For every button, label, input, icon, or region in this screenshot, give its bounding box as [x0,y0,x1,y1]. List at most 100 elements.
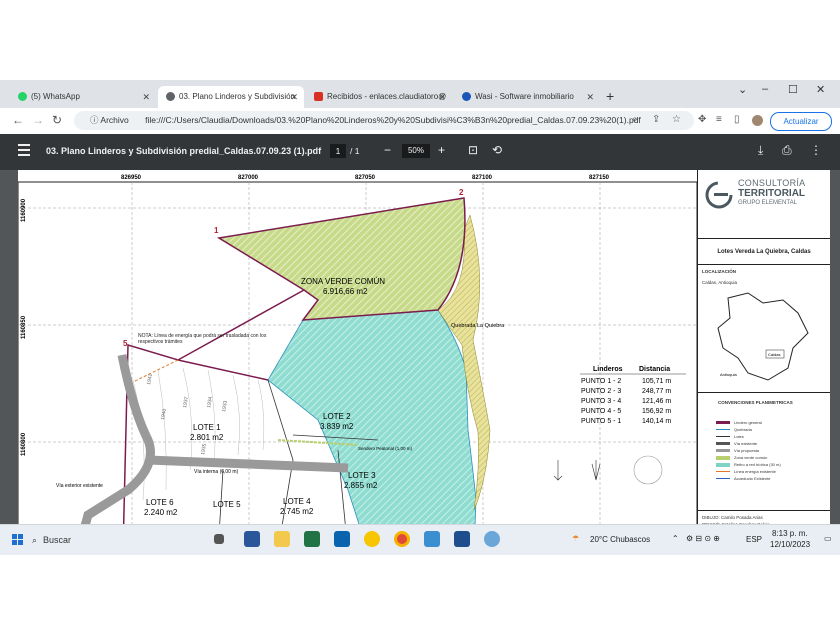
clock-date[interactable]: 12/10/2023 [770,540,810,549]
legend-item: Lotes [716,434,744,439]
x-coord-label: 827000 [238,175,259,181]
app-icon[interactable] [454,531,470,547]
weather-icon[interactable]: ☂ [572,534,579,543]
legend-swatch [716,471,730,473]
media-icon[interactable]: ≡ [716,114,722,125]
table-cell: PUNTO 5 - 1 [581,418,621,425]
map-label-antioquia: Antioquia [720,372,737,377]
task-view-icon[interactable] [214,534,224,544]
close-tab-icon[interactable]: ✕ [142,86,150,108]
print-icon[interactable]: ⎙ [782,143,792,158]
close-tab-icon[interactable]: ✕ [586,86,594,108]
lot-area: 2.240 m2 [144,508,178,517]
search-label: Buscar [43,535,72,545]
y-coord-label: 1160900 [21,198,27,222]
file-explorer-icon[interactable] [274,531,290,547]
legend-swatch [716,462,730,467]
via-interna-label: Vía interna (6,00 m) [194,469,239,475]
via-exterior-label: Vía exterior existente [56,483,103,489]
language-indicator[interactable]: ESP [746,535,762,544]
mail-icon[interactable] [334,531,350,547]
share-icon[interactable]: ⇪ [652,114,660,125]
legend-label: Retiro a red hídrica (30 m) [734,462,781,467]
legend-item: Retiro a red hídrica (30 m) [716,462,781,467]
word-icon[interactable] [244,531,260,547]
pdf-title: 03. Plano Linderos y Subdivisión predial… [46,146,322,156]
close-tab-icon[interactable]: ✕ [438,86,446,108]
maximize-button[interactable]: ☐ [788,83,798,96]
lot-label: LOTE 6 [146,498,174,507]
x-coord-label: 826950 [121,175,142,181]
zoom-level-input[interactable]: 50% [402,144,430,158]
table-header: Distancia [639,366,670,373]
app-icon[interactable] [484,531,500,547]
tab-wasi[interactable]: Wasi - Software inmobiliario ✕ [454,86,600,108]
tab-whatsapp[interactable]: (5) WhatsApp ✕ [10,86,156,108]
norton-icon[interactable] [364,531,380,547]
forward-icon[interactable]: → [32,113,44,127]
avatar[interactable] [752,115,763,126]
tab-gmail[interactable]: Recibidos - enlaces.claudiatoro@ ✕ [306,86,452,108]
app-icon[interactable] [424,531,440,547]
rotate-icon[interactable]: ⟲ [492,143,502,157]
info-icon[interactable]: ⓘ [90,115,99,125]
zoom-in-button[interactable]: + [438,143,445,157]
taskbar: ⌕ Buscar ☂ 20°C Chubascos ⌃ ⚙ ⊟ ⊙ ⊕ ESP 8… [0,524,840,555]
tab-pdf[interactable]: 03. Plano Linderos y Subdivisión ✕ [158,86,304,108]
x-coord-label: 827100 [472,175,493,181]
reload-icon[interactable]: ↻ [52,113,62,127]
divider [698,238,830,239]
taskbar-search[interactable]: ⌕ Buscar [32,530,192,550]
lot-area: 2.855 m2 [344,481,378,490]
notification-icon[interactable]: ▭ [824,534,832,543]
legend-item: Acueducto Existente [716,476,770,481]
table-cell: PUNTO 4 - 5 [581,408,621,415]
dibujo-label: DIBUJO: Camilo Posada Arias [702,515,763,520]
linderos-table: Linderos Distancia PUNTO 1 - 2 105,71 m … [580,366,686,425]
extensions-icon[interactable]: ✥ [698,114,706,125]
wasi-icon [462,92,471,102]
tab-label: 03. Plano Linderos y Subdivisión [179,92,296,101]
contour-label: 1937 [182,396,190,408]
address-bar[interactable]: ⓘ Archivo file:///C:/Users/Claudia/Downl… [74,111,694,130]
back-icon[interactable]: ← [12,113,24,127]
more-options-icon[interactable]: ⋮ [810,143,822,157]
legend-label: Quebrada [734,427,752,432]
zona-verde-area: 6.916,66 m2 [323,287,368,296]
zona-verde-title: ZONA VERDE COMÚN [301,277,385,286]
chrome-icon[interactable] [394,531,410,547]
close-tab-icon[interactable]: ✕ [290,86,298,108]
close-window-button[interactable]: ✕ [816,83,825,96]
bookmark-star-icon[interactable]: ☆ [672,114,681,125]
minimize-button[interactable]: – [762,83,768,95]
tab-label: Recibidos - enlaces.claudiatoro@ [327,92,447,101]
windows-start-icon[interactable] [12,534,24,546]
sidepanel-icon[interactable]: ▯ [734,114,740,125]
divider [698,264,830,265]
search-icon: ⌕ [32,535,38,545]
legend-item: Lindero general [716,420,762,425]
zoom-icon[interactable]: ⌕ [632,114,638,125]
globe-icon [166,92,175,102]
tray-overflow-icon[interactable]: ⌃ [672,534,679,543]
download-icon[interactable]: ⤓ [758,143,763,158]
excel-icon[interactable] [304,531,320,547]
menu-icon[interactable] [18,144,30,159]
lot-label: LOTE 1 [193,423,221,432]
page-number-input[interactable]: 1 [330,144,346,158]
fit-page-icon[interactable]: ⊡ [468,143,478,157]
zoom-out-button[interactable]: − [384,143,391,157]
point-label: 2 [459,188,464,197]
legend-label: Vía propuesta [734,448,759,453]
update-button[interactable]: Actualizar [770,112,832,131]
x-coord-label: 827050 [355,175,376,181]
weather-text[interactable]: 20°C Chubascos [590,535,650,544]
url-text[interactable]: file:///C:/Users/Claudia/Downloads/03.%2… [145,115,641,125]
tray-icons[interactable]: ⚙ ⊟ ⊙ ⊕ [686,534,720,543]
new-tab-button[interactable]: + [606,88,614,104]
table-header: Linderos [593,366,623,373]
clock-time[interactable]: 8:13 p. m. [772,529,808,538]
tab-search-icon[interactable]: ⌄ [738,83,747,96]
contour-label: 1940 [160,408,168,420]
divider [698,510,830,511]
